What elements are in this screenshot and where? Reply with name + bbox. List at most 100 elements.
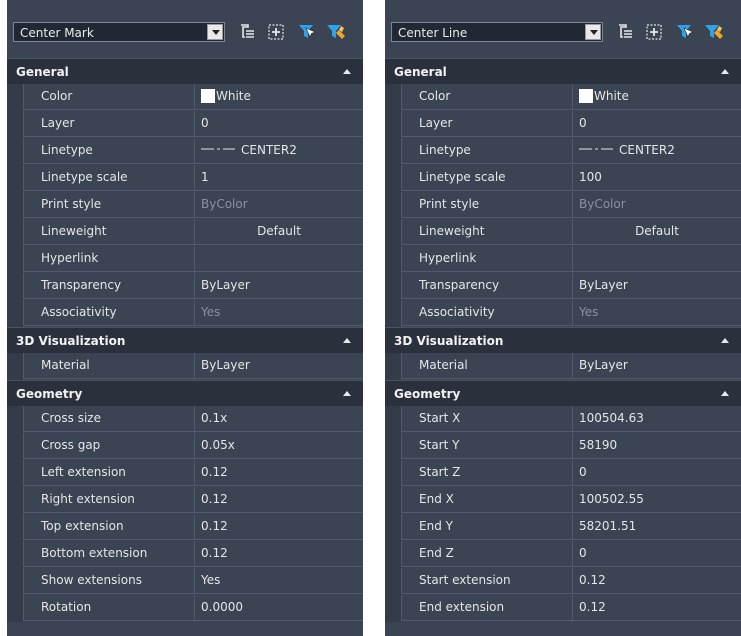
dropdown-arrow-icon[interactable] — [207, 24, 223, 40]
collapse-caret-icon[interactable] — [343, 338, 351, 343]
property-value[interactable] — [195, 246, 363, 272]
dropdown-arrow-icon[interactable] — [585, 24, 601, 40]
property-row-layer: Layer 0 — [7, 111, 363, 138]
property-value[interactable]: 0.1x — [195, 406, 363, 432]
property-value[interactable]: 0.12 — [573, 568, 741, 594]
properties-panel-center-mark: Center Mark General Color White Layer 0 Linety… — [7, 0, 363, 636]
collapse-caret-icon[interactable] — [721, 69, 729, 74]
property-row-material: Material ByLayer — [7, 353, 363, 380]
section-title: General — [16, 65, 69, 79]
section-general: General Color White Layer 0 Linetype CENTER2 Li… — [7, 58, 363, 327]
property-value[interactable]: ByLayer — [195, 353, 363, 379]
properties-panel-center-line: Center Line General Color White Layer 0 Linety… — [385, 0, 741, 636]
property-value-text: White — [216, 89, 251, 103]
property-value[interactable]: 0.12 — [195, 514, 363, 540]
property-value[interactable]: 100504.63 — [573, 406, 741, 432]
property-name: Lineweight — [23, 219, 195, 245]
select-objects-icon[interactable] — [266, 22, 286, 42]
property-value[interactable]: 100 — [573, 165, 741, 191]
collapse-caret-icon[interactable] — [343, 69, 351, 74]
property-name: Start X — [401, 406, 573, 432]
section-3d-visualization: 3D Visualization Material ByLayer — [7, 327, 363, 380]
property-value[interactable]: CENTER2 — [573, 138, 741, 164]
property-value[interactable]: 58190 — [573, 433, 741, 459]
toolbar: Center Mark — [7, 0, 363, 58]
section-title: General — [394, 65, 447, 79]
object-type-label: Center Line — [398, 26, 468, 40]
property-name: Layer — [401, 111, 573, 137]
section-title: 3D Visualization — [394, 334, 504, 348]
section-header-geometry[interactable]: Geometry — [385, 380, 741, 406]
collapse-caret-icon[interactable] — [343, 391, 351, 396]
property-name: Color — [401, 84, 573, 110]
property-name: Right extension — [23, 487, 195, 513]
property-name: Start Z — [401, 460, 573, 486]
property-name: Hyperlink — [401, 246, 573, 272]
property-value[interactable]: 58201.51 — [573, 514, 741, 540]
select-objects-icon[interactable] — [644, 22, 664, 42]
property-value[interactable]: CENTER2 — [195, 138, 363, 164]
property-value[interactable]: 0 — [195, 111, 363, 137]
quick-select-icon[interactable] — [675, 22, 695, 42]
property-value[interactable]: Default — [195, 219, 363, 245]
property-value[interactable]: 0.0000 — [195, 595, 363, 621]
property-value[interactable]: 0.12 — [195, 487, 363, 513]
property-value[interactable] — [573, 246, 741, 272]
property-value[interactable]: ByLayer — [573, 353, 741, 379]
property-name: Top extension — [23, 514, 195, 540]
property-row-linetype: Linetype CENTER2 — [385, 138, 741, 165]
property-value[interactable]: 0 — [573, 541, 741, 567]
collapse-caret-icon[interactable] — [721, 338, 729, 343]
object-type-dropdown[interactable]: Center Line — [391, 22, 603, 42]
collapse-caret-icon[interactable] — [721, 391, 729, 396]
property-value[interactable]: 0 — [573, 460, 741, 486]
section-header-general[interactable]: General — [7, 58, 363, 84]
property-name: End X — [401, 487, 573, 513]
property-row-end-z: End Z0 — [385, 541, 741, 568]
property-value[interactable]: ByColor — [573, 192, 741, 218]
property-name: Material — [23, 353, 195, 379]
section-header-3d-visualization[interactable]: 3D Visualization — [7, 327, 363, 353]
property-value-text: White — [594, 89, 629, 103]
quick-select-icon[interactable] — [297, 22, 317, 42]
toggle-pickadd-icon[interactable] — [615, 22, 635, 42]
property-name: Linetype scale — [23, 165, 195, 191]
property-row-end-x: End X 100502.55 — [385, 487, 741, 514]
property-value[interactable]: ByColor — [195, 192, 363, 218]
property-row-start-extension: Start extension 0.12 — [385, 568, 741, 595]
property-value[interactable]: 0.12 — [195, 541, 363, 567]
property-name: Lineweight — [401, 219, 573, 245]
property-value[interactable]: White — [573, 84, 741, 110]
section-header-geometry[interactable]: Geometry — [7, 380, 363, 406]
property-value[interactable]: 1 — [195, 165, 363, 191]
property-value[interactable]: 0.12 — [195, 460, 363, 486]
property-row-linetype-scale: Linetype scale 100 — [385, 165, 741, 192]
section-header-general[interactable]: General — [385, 58, 741, 84]
property-value[interactable]: 0.05x — [195, 433, 363, 459]
property-value[interactable]: Default — [573, 219, 741, 245]
property-row-lineweight: Lineweight Default — [7, 219, 363, 246]
property-name: Print style — [23, 192, 195, 218]
property-row-print-style: Print style ByColor — [7, 192, 363, 219]
property-name: Linetype — [23, 138, 195, 164]
property-value[interactable]: 0.12 — [573, 595, 741, 621]
property-value[interactable]: 0 — [573, 111, 741, 137]
select-similar-icon[interactable] — [326, 22, 346, 42]
property-value[interactable]: 100502.55 — [573, 487, 741, 513]
property-name: Show extensions — [23, 568, 195, 594]
toggle-pickadd-icon[interactable] — [237, 22, 257, 42]
property-value[interactable]: Yes — [195, 300, 363, 326]
property-value[interactable]: ByLayer — [573, 273, 741, 299]
object-type-dropdown[interactable]: Center Mark — [13, 22, 225, 42]
object-type-label: Center Mark — [20, 26, 94, 40]
property-value[interactable]: Yes — [195, 568, 363, 594]
property-name: Hyperlink — [23, 246, 195, 272]
property-value[interactable]: ByLayer — [195, 273, 363, 299]
property-value[interactable]: White — [195, 84, 363, 110]
select-similar-icon[interactable] — [704, 22, 724, 42]
property-name: Rotation — [23, 595, 195, 621]
property-name: Material — [401, 353, 573, 379]
property-row-associativity: Associativity Yes — [385, 300, 741, 327]
section-header-3d-visualization[interactable]: 3D Visualization — [385, 327, 741, 353]
property-value[interactable]: Yes — [573, 300, 741, 326]
